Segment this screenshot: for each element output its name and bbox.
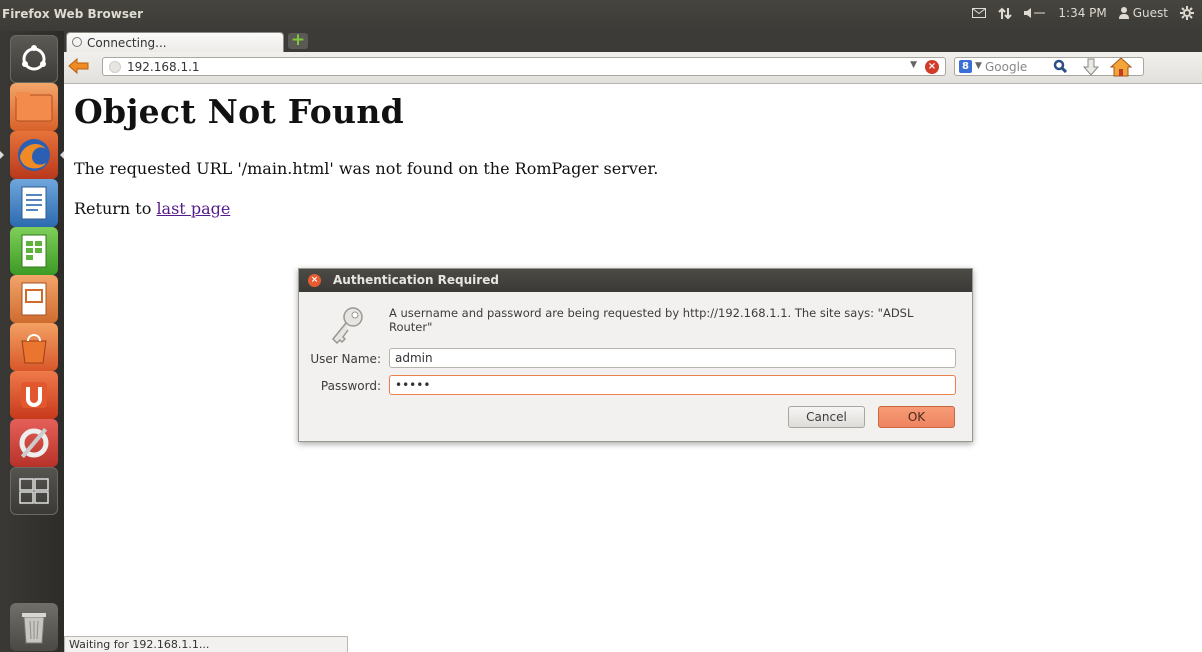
- search-icon[interactable]: [1053, 58, 1068, 74]
- url-bar[interactable]: 192.168.1.1 ▼ ×: [102, 57, 946, 76]
- auth-dialog: × Authentication Required A username and…: [298, 268, 973, 442]
- dash-home-icon[interactable]: [10, 35, 58, 83]
- trash-icon[interactable]: [10, 603, 58, 651]
- user-menu[interactable]: Guest: [1118, 6, 1168, 20]
- cancel-button[interactable]: Cancel: [788, 406, 865, 428]
- dialog-titlebar: × Authentication Required: [299, 269, 972, 292]
- return-line: Return to last page: [74, 199, 230, 218]
- mail-icon[interactable]: [972, 8, 987, 18]
- launcher: [0, 31, 65, 652]
- download-button[interactable]: [1081, 57, 1101, 77]
- plus-icon: +: [290, 30, 306, 50]
- return-prefix: Return to: [74, 199, 157, 218]
- tab-connecting[interactable]: Connecting...: [66, 32, 284, 52]
- status-bar: Waiting for 192.168.1.1...: [64, 636, 348, 652]
- volume-icon[interactable]: [1024, 7, 1046, 19]
- home-button[interactable]: [1109, 56, 1133, 78]
- username-field[interactable]: [389, 348, 956, 368]
- download-icon: [1082, 58, 1100, 76]
- search-input[interactable]: Google: [985, 60, 1027, 74]
- password-label: Password:: [320, 379, 381, 393]
- loading-spinner-icon: [72, 37, 82, 47]
- calc-icon[interactable]: [10, 227, 58, 275]
- user-icon: [1118, 7, 1129, 19]
- back-button[interactable]: [68, 57, 90, 75]
- google-engine-icon[interactable]: 8: [959, 60, 972, 73]
- files-icon[interactable]: [10, 83, 58, 131]
- back-arrow-icon: [68, 57, 89, 75]
- error-message: The requested URL '/main.html' was not f…: [74, 159, 659, 178]
- site-identity-icon[interactable]: [109, 61, 121, 73]
- dialog-title: Authentication Required: [333, 273, 499, 287]
- stop-icon[interactable]: ×: [925, 60, 939, 74]
- dialog-message: A username and password are being reques…: [389, 306, 914, 334]
- ok-button[interactable]: OK: [878, 406, 955, 428]
- url-text[interactable]: 192.168.1.1: [127, 60, 200, 74]
- writer-icon[interactable]: [10, 179, 58, 227]
- firefox-icon[interactable]: [10, 131, 58, 179]
- impress-icon[interactable]: [10, 275, 58, 323]
- workspace-switcher-icon[interactable]: [10, 467, 58, 515]
- password-field[interactable]: [389, 375, 956, 395]
- indicator-area: 1:34 PM Guest: [972, 6, 1194, 20]
- clock[interactable]: 1:34 PM: [1058, 6, 1106, 20]
- page-title: Object Not Found: [74, 92, 404, 131]
- top-panel: Firefox Web Browser 1:34 PM Guest: [0, 0, 1202, 31]
- history-dropdown-icon[interactable]: ▼: [910, 60, 917, 70]
- key-icon: [329, 305, 365, 345]
- network-icon[interactable]: [998, 7, 1013, 20]
- last-page-link[interactable]: last page: [156, 199, 230, 218]
- ubuntu-one-icon[interactable]: [10, 371, 58, 419]
- system-settings-icon[interactable]: [10, 419, 58, 467]
- engine-dropdown-icon[interactable]: ▼: [975, 61, 982, 71]
- software-center-icon[interactable]: [10, 323, 58, 371]
- navigation-toolbar: 192.168.1.1 ▼ × 8 ▼ Google: [64, 52, 1202, 84]
- gear-icon[interactable]: [1180, 6, 1194, 20]
- window-title: Firefox Web Browser: [2, 7, 144, 21]
- username-label: User Name:: [310, 352, 381, 366]
- user-name: Guest: [1132, 6, 1168, 20]
- home-icon: [1109, 57, 1133, 77]
- tab-label: Connecting...: [87, 36, 167, 50]
- close-icon[interactable]: ×: [308, 274, 321, 287]
- new-tab-button[interactable]: +: [288, 30, 308, 50]
- running-indicator: [0, 151, 4, 159]
